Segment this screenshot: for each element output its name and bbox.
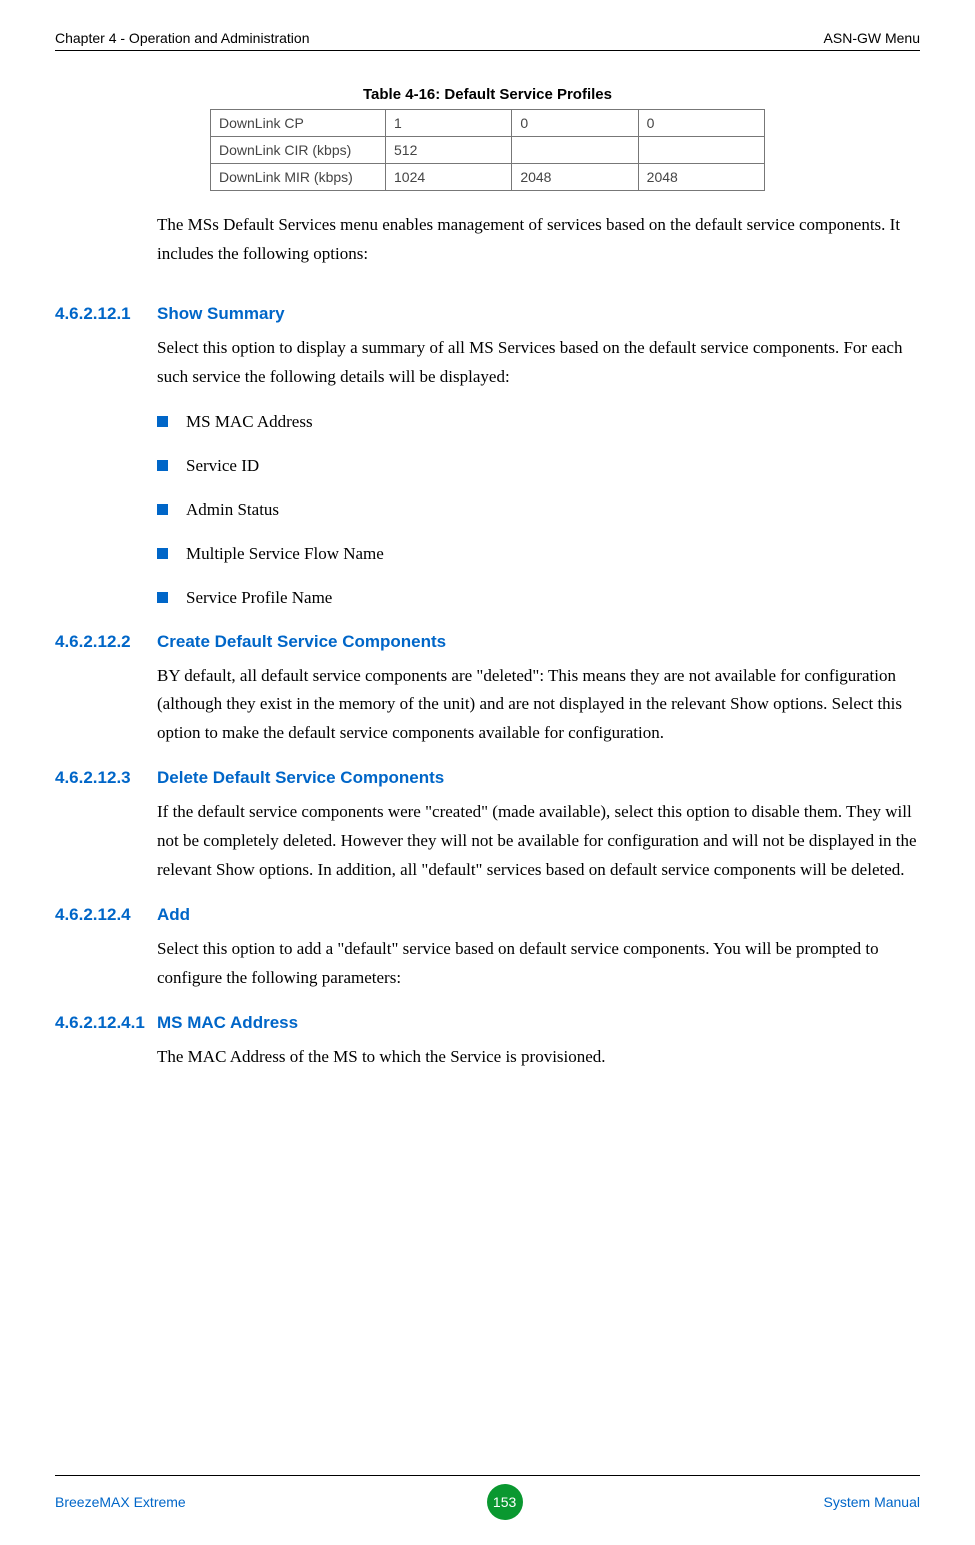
bullet-icon [157,548,168,559]
section-title: Add [157,905,190,925]
header-right: ASN-GW Menu [824,30,920,46]
section-number: 4.6.2.12.2 [55,632,157,652]
bullet-text: Service ID [186,456,259,476]
bullet-icon [157,504,168,515]
row-value: 0 [512,110,638,137]
bullet-text: Service Profile Name [186,588,332,608]
section-title: Create Default Service Components [157,632,446,652]
footer-rule [55,1475,920,1476]
header-rule [55,50,920,51]
section-heading: 4.6.2.12.1 Show Summary [55,304,920,324]
section-number: 4.6.2.12.3 [55,768,157,788]
bullet-icon [157,592,168,603]
row-label: DownLink CP [211,110,386,137]
table-row: DownLink MIR (kbps) 1024 2048 2048 [211,164,765,191]
list-item: Multiple Service Flow Name [157,544,920,564]
row-value [638,137,764,164]
section-body: If the default service components were "… [157,798,920,885]
section-number: 4.6.2.12.4.1 [55,1013,157,1033]
section-heading: 4.6.2.12.2 Create Default Service Compon… [55,632,920,652]
intro-text: The MSs Default Services menu enables ma… [157,211,920,269]
footer-right: System Manual [824,1494,920,1510]
table-row: DownLink CIR (kbps) 512 [211,137,765,164]
bullet-text: Admin Status [186,500,279,520]
row-value: 2048 [638,164,764,191]
bullet-text: Multiple Service Flow Name [186,544,384,564]
section-body: BY default, all default service componen… [157,662,920,749]
section-title: Show Summary [157,304,285,324]
row-value [512,137,638,164]
row-label: DownLink MIR (kbps) [211,164,386,191]
table-title: Table 4-16: Default Service Profiles [55,86,920,103]
header-left: Chapter 4 - Operation and Administration [55,30,309,46]
row-value: 0 [638,110,764,137]
section-title: Delete Default Service Components [157,768,444,788]
table-row: DownLink CP 1 0 0 [211,110,765,137]
page-number-badge: 153 [487,1484,523,1520]
section-heading: 4.6.2.12.3 Delete Default Service Compon… [55,768,920,788]
section-number: 4.6.2.12.4 [55,905,157,925]
section-body: The MAC Address of the MS to which the S… [157,1043,920,1072]
row-value: 512 [386,137,512,164]
row-value: 2048 [512,164,638,191]
list-item: MS MAC Address [157,412,920,432]
page-footer: BreezeMAX Extreme 153 System Manual [55,1475,920,1520]
row-label: DownLink CIR (kbps) [211,137,386,164]
footer-left: BreezeMAX Extreme [55,1494,186,1510]
section-heading: 4.6.2.12.4 Add [55,905,920,925]
bullet-icon [157,460,168,471]
row-value: 1 [386,110,512,137]
section-body: Select this option to add a "default" se… [157,935,920,993]
list-item: Service ID [157,456,920,476]
bullet-list: MS MAC Address Service ID Admin Status M… [157,412,920,608]
bullet-text: MS MAC Address [186,412,313,432]
row-value: 1024 [386,164,512,191]
list-item: Admin Status [157,500,920,520]
profiles-table: DownLink CP 1 0 0 DownLink CIR (kbps) 51… [210,109,765,191]
section-body: Select this option to display a summary … [157,334,920,392]
section-number: 4.6.2.12.1 [55,304,157,324]
bullet-icon [157,416,168,427]
section-title: MS MAC Address [157,1013,298,1033]
section-heading: 4.6.2.12.4.1 MS MAC Address [55,1013,920,1033]
list-item: Service Profile Name [157,588,920,608]
